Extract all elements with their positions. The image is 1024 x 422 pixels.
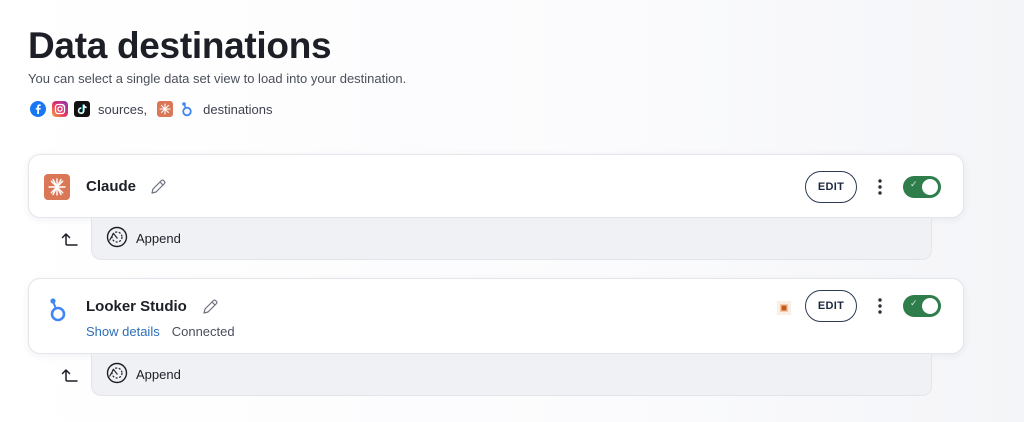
return-arrow-icon xyxy=(61,369,78,382)
destinations-label: destinations xyxy=(203,101,273,117)
tiktok-icon xyxy=(74,101,90,117)
sources-label: sources, xyxy=(98,101,148,117)
load-mode-row[interactable]: Append xyxy=(91,354,932,396)
show-details-link[interactable]: Show details xyxy=(86,324,160,339)
edit-button[interactable]: EDIT xyxy=(805,171,857,203)
load-mode-label: Append xyxy=(136,367,181,382)
looker-studio-icon xyxy=(179,101,195,117)
activity-indicator-icon xyxy=(775,299,793,317)
destination-meta: Show details Connected xyxy=(86,324,235,339)
destination-name: Claude xyxy=(86,178,137,195)
enable-toggle[interactable]: ✓ xyxy=(903,176,941,198)
destination-card-claude: Claude EDIT ✓ xyxy=(28,154,964,218)
connection-status: Connected xyxy=(171,324,235,339)
rename-pencil-icon[interactable] xyxy=(149,178,167,196)
more-options-icon[interactable] xyxy=(874,296,886,316)
source-destination-legend: sources, destinations xyxy=(30,100,277,118)
destination-name: Looker Studio xyxy=(86,298,187,315)
instagram-icon xyxy=(52,101,68,117)
page-subtitle: You can select a single data set view to… xyxy=(28,71,407,86)
append-mode-icon xyxy=(106,226,128,251)
facebook-icon xyxy=(30,101,46,117)
load-mode-label: Append xyxy=(136,231,181,246)
check-icon: ✓ xyxy=(910,179,918,189)
looker-studio-icon xyxy=(47,297,69,323)
edit-button[interactable]: EDIT xyxy=(805,290,857,322)
claude-icon xyxy=(157,101,174,117)
enable-toggle[interactable]: ✓ xyxy=(903,295,941,317)
rename-pencil-icon[interactable] xyxy=(201,298,219,316)
return-arrow-icon xyxy=(61,233,78,246)
load-mode-row[interactable]: Append xyxy=(91,218,932,260)
check-icon: ✓ xyxy=(910,298,918,308)
claude-icon xyxy=(44,174,70,200)
destination-card-looker-studio: Looker Studio Show details Connected EDI… xyxy=(28,278,964,354)
toggle-knob xyxy=(922,298,938,314)
more-options-icon[interactable] xyxy=(874,177,886,197)
toggle-knob xyxy=(922,179,938,195)
append-mode-icon xyxy=(106,362,128,387)
page-title: Data destinations xyxy=(28,25,332,66)
